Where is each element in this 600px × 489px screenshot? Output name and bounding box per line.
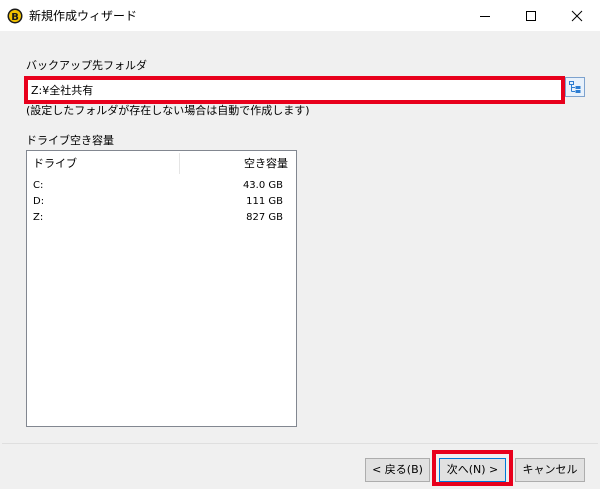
- list-item[interactable]: D: 111 GB: [27, 194, 296, 210]
- cancel-button[interactable]: キャンセル: [515, 458, 585, 482]
- title-bar: B 新規作成ウィザード: [0, 0, 600, 31]
- column-header-drive[interactable]: ドライブ: [33, 157, 77, 171]
- drive-free-space: 43.0 GB: [242, 180, 283, 191]
- close-button[interactable]: [554, 0, 600, 31]
- backup-folder-label: バックアップ先フォルダ: [26, 59, 147, 72]
- browse-folder-button[interactable]: [565, 77, 585, 97]
- column-separator[interactable]: [179, 153, 180, 174]
- next-button[interactable]: 次へ(N) >: [439, 458, 506, 482]
- drive-space-label: ドライブ空き容量: [26, 134, 114, 147]
- drive-name: Z:: [33, 212, 44, 223]
- app-logo-icon: B: [7, 8, 23, 24]
- close-icon: [571, 10, 583, 22]
- list-item[interactable]: C: 43.0 GB: [27, 178, 296, 194]
- list-item[interactable]: Z: 827 GB: [27, 210, 296, 226]
- maximize-button[interactable]: [508, 0, 554, 31]
- maximize-icon: [526, 11, 536, 21]
- drive-free-space: 827 GB: [246, 212, 283, 223]
- minimize-button[interactable]: [462, 0, 508, 31]
- window-title: 新規作成ウィザード: [29, 9, 138, 23]
- wizard-window: B 新規作成ウィザード バックアップ先フォルダ (設定したフォルダが存在しない場…: [0, 0, 600, 489]
- backup-folder-input[interactable]: [28, 80, 561, 100]
- backup-folder-highlight: [24, 76, 565, 104]
- drive-name: C:: [33, 180, 44, 191]
- folder-tree-icon: [569, 81, 581, 93]
- minimize-icon: [480, 16, 490, 17]
- drive-name: D:: [33, 196, 45, 207]
- drive-free-space: 111 GB: [246, 196, 283, 207]
- drive-list[interactable]: ドライブ 空き容量 C: 43.0 GB D: 111 GB Z: 827 GB: [26, 150, 297, 427]
- folder-note: (設定したフォルダが存在しない場合は自動で作成します): [26, 104, 310, 117]
- column-header-free-space[interactable]: 空き容量: [244, 157, 288, 171]
- back-button[interactable]: < 戻る(B): [365, 458, 430, 482]
- svg-text:B: B: [11, 12, 19, 23]
